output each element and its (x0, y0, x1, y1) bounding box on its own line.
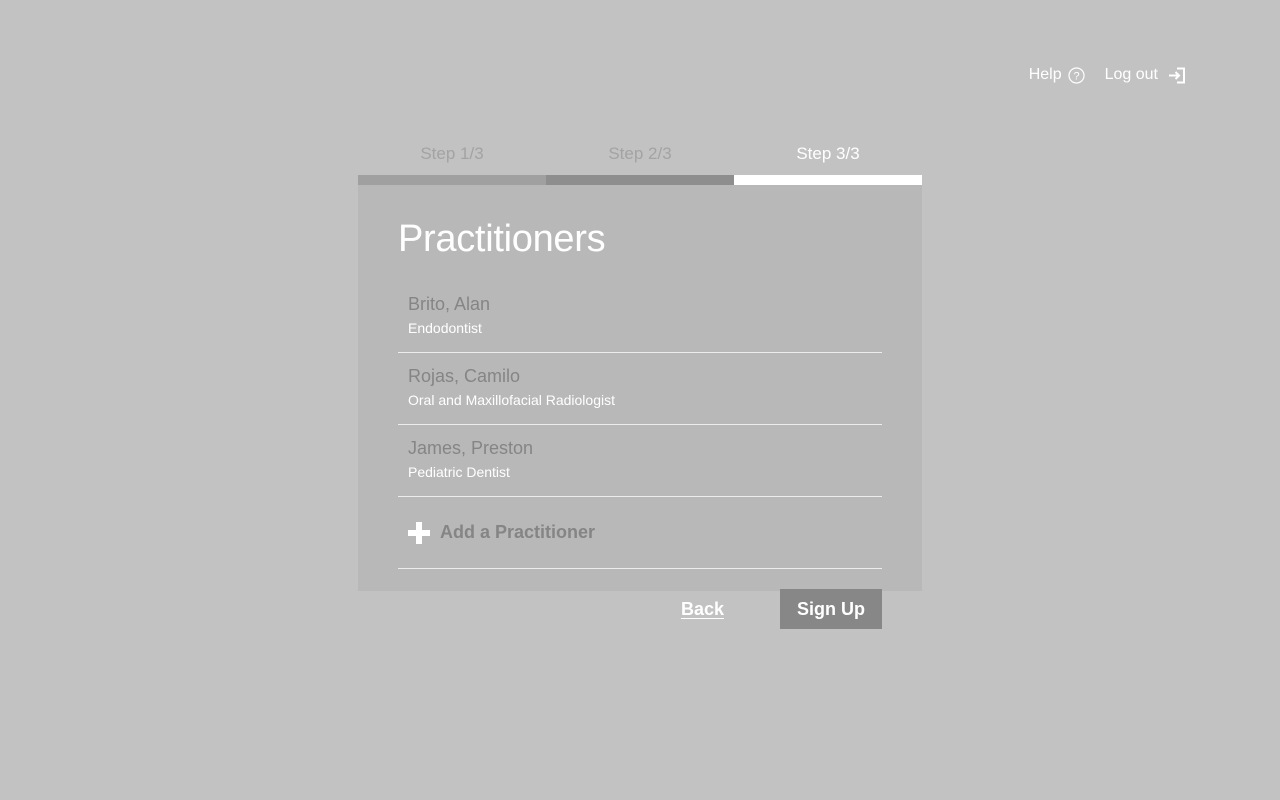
step-1[interactable]: Step 1/3 (358, 134, 546, 185)
back-link[interactable]: Back (681, 599, 724, 620)
practitioner-specialty: Pediatric Dentist (408, 464, 510, 480)
practitioner-name: Rojas, Camilo (408, 366, 521, 386)
practitioners-card: Practitioners Brito, Alan Endodontist Ro… (358, 185, 922, 629)
practitioner-item[interactable]: James, Preston Pediatric Dentist (398, 425, 882, 497)
step-2-label: Step 2/3 (608, 144, 672, 163)
logout-label: Log out (1104, 66, 1158, 83)
help-link[interactable]: Help ? (1029, 64, 1085, 86)
signup-wizard: Step 1/3 Step 2/3 Step 3/3 Practitioners… (358, 134, 922, 629)
step-3-bar (734, 175, 922, 185)
practitioner-item[interactable]: Rojas, Camilo Oral and Maxillofacial Rad… (398, 353, 882, 425)
practitioner-list: Brito, Alan Endodontist Rojas, Camilo Or… (398, 281, 882, 497)
sign-up-button[interactable]: Sign Up (780, 589, 882, 629)
form-actions: Back Sign Up (398, 589, 882, 629)
step-2-bar (546, 175, 734, 185)
plus-icon (408, 521, 430, 544)
practitioner-name: James, Preston (408, 438, 534, 458)
sign-in-arrow-icon (1168, 67, 1186, 84)
step-1-bar (358, 175, 546, 185)
step-indicator: Step 1/3 Step 2/3 Step 3/3 (358, 134, 922, 185)
practitioner-specialty: Endodontist (408, 320, 482, 336)
top-nav: Help ? Log out (1029, 64, 1186, 86)
practitioner-specialty: Oral and Maxillofacial Radiologist (408, 392, 615, 408)
logout-link[interactable]: Log out (1105, 64, 1186, 86)
add-practitioner-button[interactable]: Add a Practitioner (398, 497, 882, 569)
add-practitioner-label: Add a Practitioner (440, 522, 596, 542)
page-title: Practitioners (398, 218, 606, 260)
practitioner-name: Brito, Alan (408, 294, 491, 314)
svg-text:?: ? (1073, 70, 1079, 82)
step-2[interactable]: Step 2/3 (546, 134, 734, 185)
step-1-label: Step 1/3 (420, 144, 484, 163)
practitioner-item[interactable]: Brito, Alan Endodontist (398, 281, 882, 353)
step-3-label: Step 3/3 (796, 144, 860, 163)
question-circle-icon: ? (1068, 66, 1085, 84)
help-label: Help (1028, 66, 1062, 83)
page: Help ? Log out Step 1/3 Step 2/3 Step 3/… (0, 0, 1280, 800)
step-3: Step 3/3 (734, 134, 922, 185)
